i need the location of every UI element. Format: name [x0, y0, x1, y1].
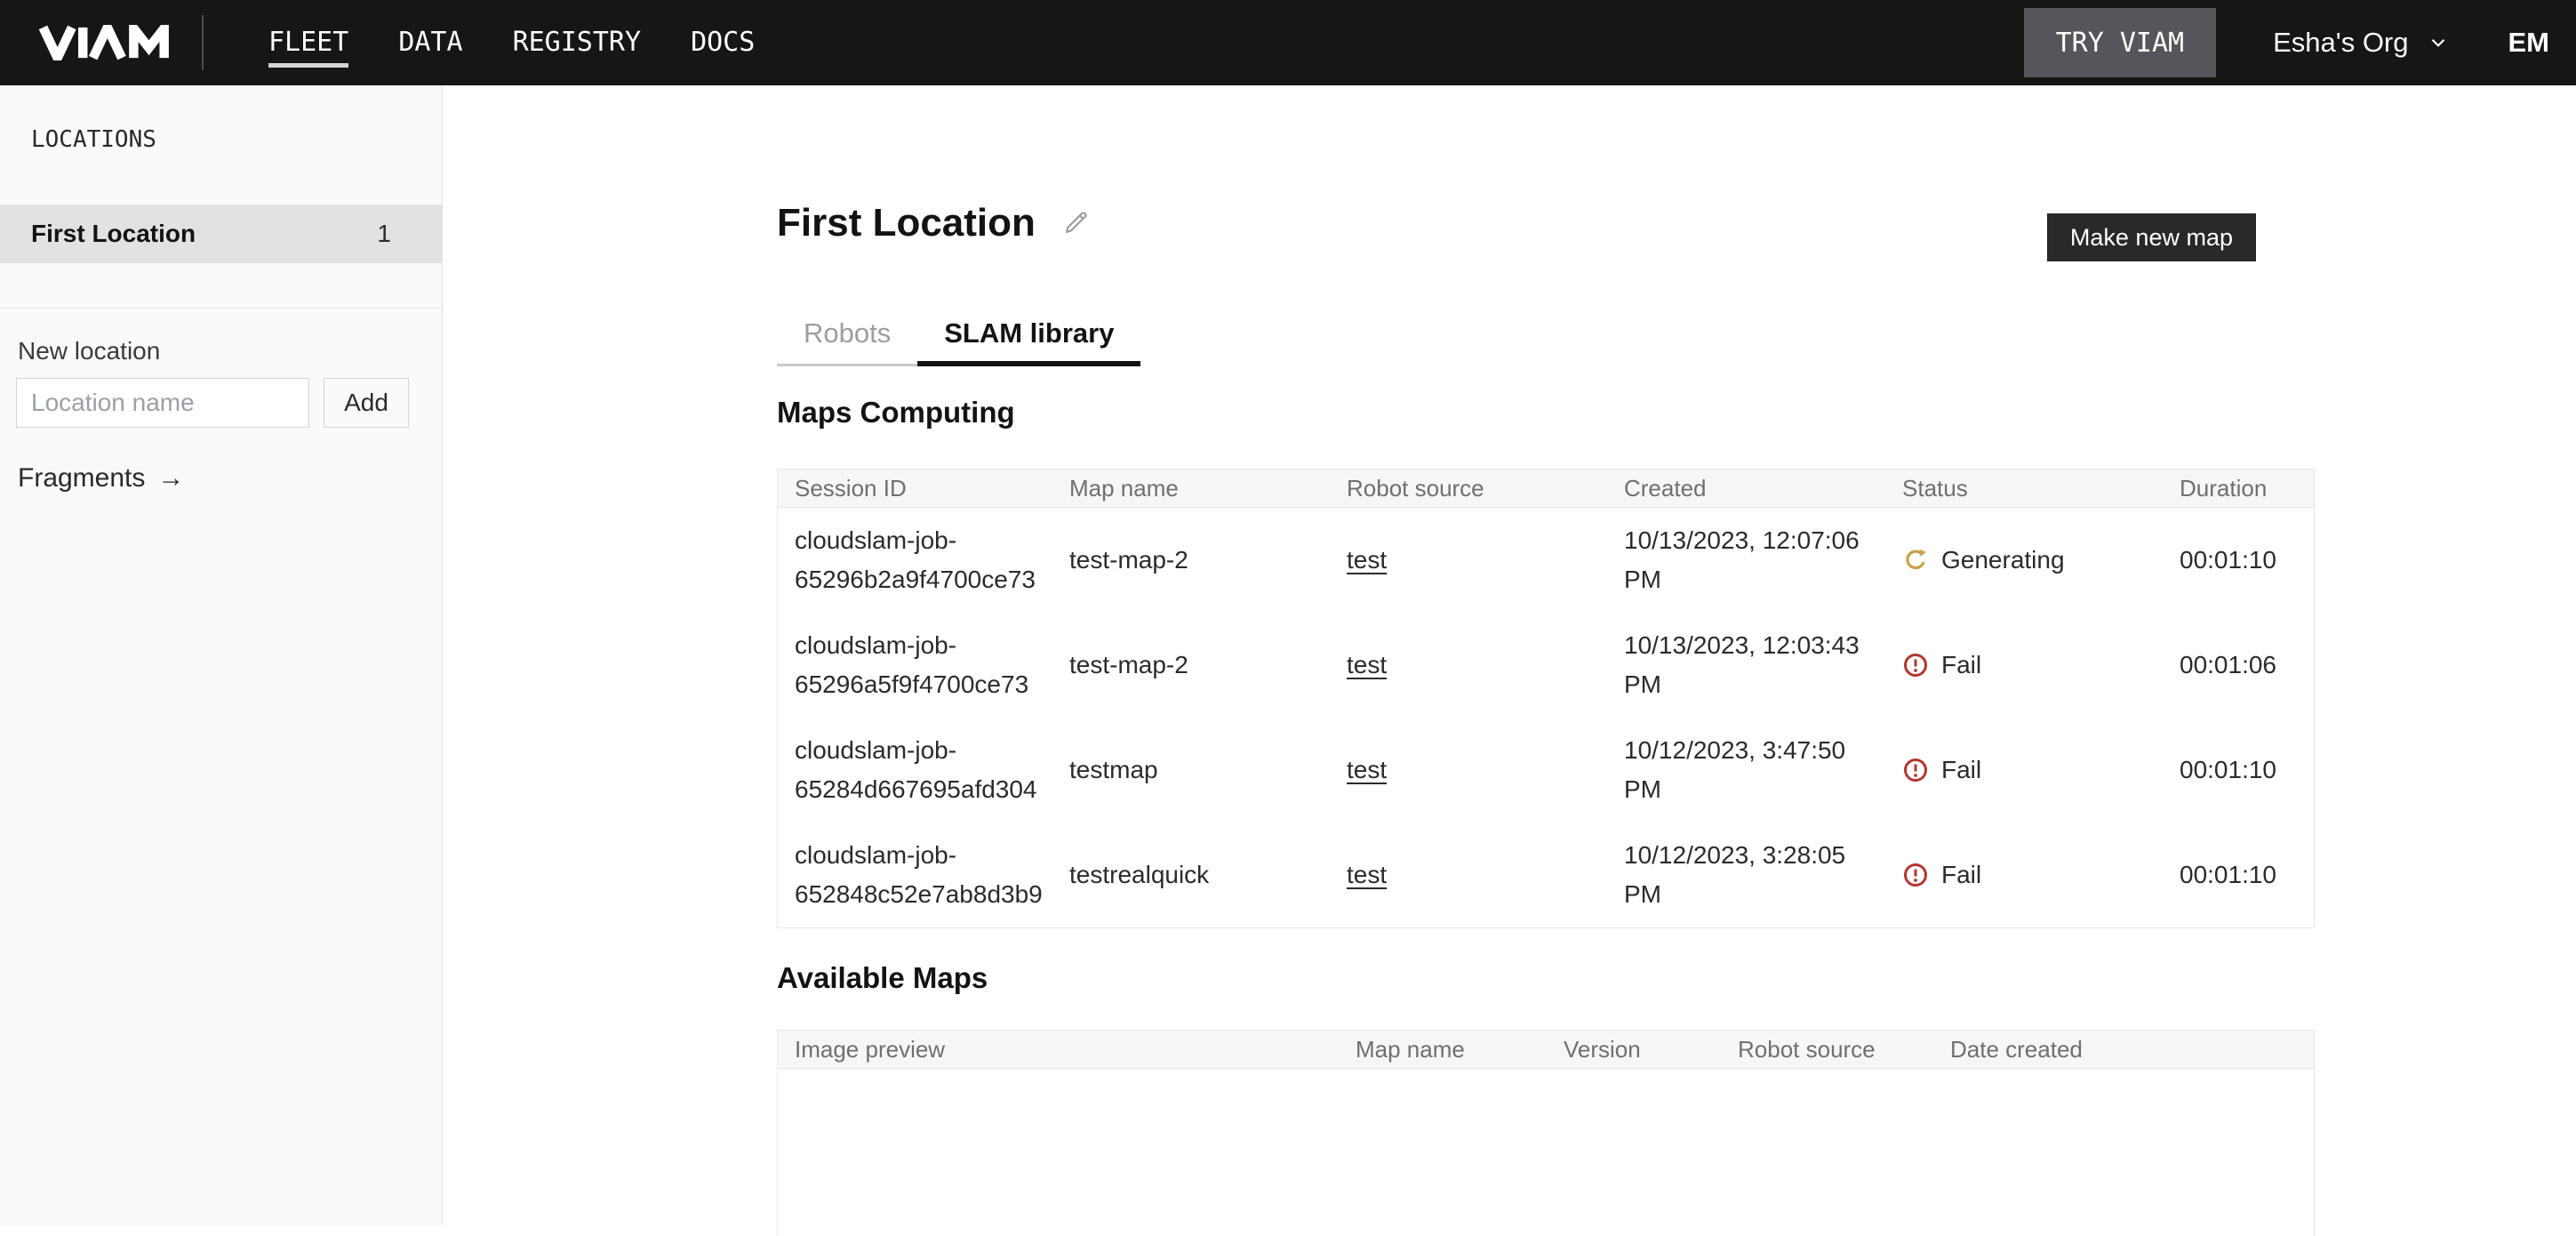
duration: 00:01:10 [2163, 750, 2314, 790]
available-maps-heading: Available Maps [777, 960, 2315, 996]
robot-source-link[interactable]: test [1347, 861, 1387, 888]
primary-nav: FLEET DATA REGISTRY DOCS [268, 18, 755, 68]
tab-slam-library[interactable]: SLAM library [917, 317, 1140, 366]
available-maps-empty-body [778, 1069, 2314, 1236]
col-map-name: Map name [1052, 475, 1330, 502]
status-cell: Generating [1885, 541, 2163, 580]
maps-computing-header: Session ID Map name Robot source Created… [778, 469, 2314, 508]
duration: 00:01:10 [2163, 855, 2314, 895]
maps-computing-table: Session ID Map name Robot source Created… [777, 469, 2315, 928]
sidebar-divider [0, 308, 442, 309]
table-row: cloudslam-job-65296b2a9f4700ce73 test-ma… [778, 508, 2314, 613]
tab-bar: Robots SLAM library [777, 317, 2315, 366]
title-row: First Location Make new map [777, 197, 2315, 261]
nav-right: TRY VIAM Esha's Org EM [2024, 8, 2576, 77]
status-label: Fail [1941, 855, 1981, 895]
created-timestamp: 10/12/2023, 3:28:05 PM [1607, 836, 1885, 914]
nav-link-registry[interactable]: REGISTRY [513, 27, 642, 68]
session-id: cloudslam-job-65284d667695afd304 [778, 731, 1052, 809]
status-cell: Fail [1885, 646, 2163, 685]
table-row: cloudslam-job-65284d667695afd304 testmap… [778, 718, 2314, 823]
page-title: First Location [777, 197, 1036, 249]
pencil-icon [1062, 210, 1089, 237]
created-timestamp: 10/13/2023, 12:07:06 PM [1607, 521, 1885, 599]
robot-source-link[interactable]: test [1347, 651, 1387, 678]
nav-link-fleet[interactable]: FLEET [268, 27, 348, 68]
table-row: cloudslam-job-65296a5f9f4700ce73 test-ma… [778, 613, 2314, 718]
viam-logo-icon [33, 25, 177, 60]
session-id: cloudslam-job-652848c52e7ab8d3b9 [778, 836, 1052, 914]
map-name: test-map-2 [1052, 646, 1330, 685]
map-name: testmap [1052, 750, 1330, 790]
status-label: Fail [1941, 646, 1981, 685]
fail-alert-icon [1902, 862, 1929, 888]
robot-source-link[interactable]: test [1347, 546, 1387, 574]
available-maps-header: Image preview Map name Version Robot sou… [778, 1030, 2314, 1069]
maps-computing-heading: Maps Computing [777, 395, 2315, 430]
session-id: cloudslam-job-65296b2a9f4700ce73 [778, 521, 1052, 599]
arrow-right-icon: → [157, 463, 184, 494]
nav-link-data[interactable]: DATA [398, 27, 462, 68]
fragments-label: Fragments [18, 463, 145, 494]
org-name: Esha's Org [2273, 27, 2408, 59]
new-location-form: Add [16, 378, 426, 428]
fragments-link[interactable]: Fragments → [18, 463, 184, 494]
generating-refresh-icon [1902, 547, 1929, 574]
locations-sidebar: LOCATIONS First Location 1 New location … [0, 85, 443, 1225]
col-session-id: Session ID [778, 475, 1052, 502]
map-name: test-map-2 [1052, 541, 1330, 580]
col-version: Version [1547, 1036, 1721, 1063]
col-robot-source: Robot source [1721, 1036, 1933, 1063]
tab-robots[interactable]: Robots [777, 317, 917, 366]
add-location-button[interactable]: Add [324, 378, 409, 428]
location-name: First Location [31, 220, 196, 248]
fail-alert-icon [1902, 652, 1929, 678]
try-viam-button[interactable]: TRY VIAM [2024, 8, 2217, 77]
status-label: Generating [1941, 541, 2065, 580]
nav-divider [202, 15, 204, 70]
main-content: First Location Make new map Robots SLAM … [443, 85, 2576, 1225]
viam-logo[interactable] [33, 25, 177, 60]
make-new-map-button[interactable]: Make new map [2047, 213, 2256, 261]
edit-location-name-button[interactable] [1062, 210, 1089, 239]
fail-alert-icon [1902, 757, 1929, 783]
status-cell: Fail [1885, 855, 2163, 895]
status-label: Fail [1941, 750, 1981, 790]
duration: 00:01:06 [2163, 646, 2314, 685]
chevron-down-icon [2427, 31, 2450, 54]
sidebar-item-first-location[interactable]: First Location 1 [0, 205, 442, 263]
map-name: testrealquick [1052, 855, 1330, 895]
org-switcher[interactable]: Esha's Org [2273, 27, 2449, 59]
col-image-preview: Image preview [778, 1036, 1339, 1063]
col-status: Status [1885, 475, 2163, 502]
sidebar-heading: LOCATIONS [0, 85, 442, 153]
new-location-label: New location [18, 337, 442, 365]
table-row: cloudslam-job-652848c52e7ab8d3b9 testrea… [778, 823, 2314, 927]
created-timestamp: 10/13/2023, 12:03:43 PM [1607, 626, 1885, 704]
col-map-name: Map name [1339, 1036, 1547, 1063]
col-duration: Duration [2163, 475, 2314, 502]
duration: 00:01:10 [2163, 541, 2314, 580]
col-date-created: Date created [1933, 1036, 2314, 1063]
location-robot-count: 1 [377, 220, 391, 248]
location-name-input[interactable] [16, 378, 309, 428]
session-id: cloudslam-job-65296a5f9f4700ce73 [778, 626, 1052, 704]
top-nav: FLEET DATA REGISTRY DOCS TRY VIAM Esha's… [0, 0, 2576, 85]
user-avatar[interactable]: EM [2508, 27, 2550, 59]
col-created: Created [1607, 475, 1885, 502]
created-timestamp: 10/12/2023, 3:47:50 PM [1607, 731, 1885, 809]
robot-source-link[interactable]: test [1347, 756, 1387, 783]
status-cell: Fail [1885, 750, 2163, 790]
col-robot-source: Robot source [1330, 475, 1607, 502]
available-maps-table: Image preview Map name Version Robot sou… [777, 1030, 2315, 1236]
nav-link-docs[interactable]: DOCS [691, 27, 755, 68]
